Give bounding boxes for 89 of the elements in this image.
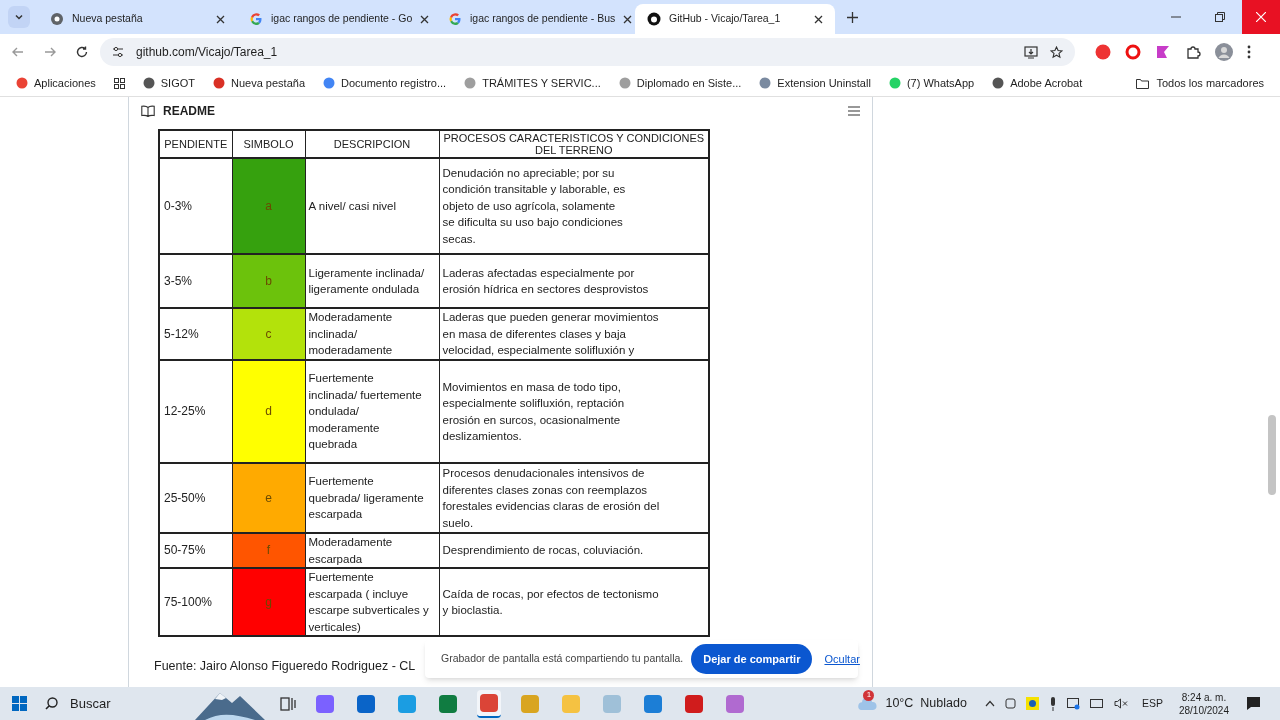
browser-tab[interactable]: Nueva pestaña	[38, 4, 237, 34]
google-icon	[249, 12, 263, 26]
tune-icon	[112, 46, 124, 58]
mute-icon[interactable]	[1113, 698, 1128, 709]
app-icon	[562, 694, 580, 713]
camera-icon[interactable]	[1004, 697, 1016, 710]
bookmark-link[interactable]: Diplomado en Siste...	[636, 74, 742, 92]
notification-badge: 1	[863, 689, 875, 701]
language-indicator[interactable]: ESP	[1141, 695, 1163, 712]
app-icon	[357, 694, 375, 713]
list-icon[interactable]	[848, 105, 860, 116]
bookmark-link[interactable]: TRÁMITES Y SERVIC...	[482, 74, 601, 92]
display-icon[interactable]	[1066, 697, 1080, 710]
symbol-cell: b	[232, 254, 305, 308]
tab-title: igac rangos de pendiente - Bus	[470, 11, 616, 27]
close-icon[interactable]	[814, 14, 823, 24]
url-text: github.com/Vicajo/Tarea_1	[136, 44, 279, 61]
app-icon	[480, 693, 498, 712]
notification-icon[interactable]	[1247, 697, 1260, 710]
tab-title: igac rangos de pendiente - Go	[271, 11, 413, 27]
symbol-cell: a	[232, 158, 305, 254]
back-icon[interactable]	[12, 46, 24, 58]
microphone-icon[interactable]	[1048, 696, 1057, 711]
readme-title: README	[163, 102, 215, 120]
grid-icon[interactable]	[113, 77, 125, 89]
bookmark-link[interactable]: Adobe Acrobat	[1010, 74, 1083, 92]
source-text: Fuente: Jairo Alonso Figueredo Rodriguez - CL	[154, 658, 416, 675]
tab-search-button[interactable]	[8, 6, 30, 28]
app-icon	[521, 694, 539, 713]
chevron-down-icon	[14, 12, 24, 22]
new-tab-icon[interactable]	[847, 12, 858, 23]
restore-icon[interactable]	[1215, 12, 1225, 22]
app-icon	[644, 694, 662, 713]
star-icon[interactable]	[1050, 45, 1063, 59]
folder-icon	[1136, 77, 1150, 89]
search-icon	[45, 697, 58, 710]
close-icon[interactable]	[623, 14, 633, 24]
clock-date[interactable]: 28/10/2024	[1178, 703, 1229, 717]
close-icon[interactable]	[216, 14, 225, 24]
share-message: Grabador de pantalla está compartiendo tu pantalla.	[441, 651, 684, 667]
battery-icon[interactable]	[1089, 699, 1104, 708]
app-icon	[398, 694, 416, 713]
symbol-cell: f	[232, 533, 305, 568]
taskbar-app[interactable]	[477, 689, 501, 718]
puzzle-icon[interactable]	[1185, 44, 1201, 60]
more-icon[interactable]	[1247, 45, 1251, 59]
browser-tab[interactable]: GitHub - Vicajo/Tarea_1	[635, 4, 835, 34]
task-view-icon[interactable]	[280, 695, 296, 712]
chevron-up-icon[interactable]	[984, 700, 995, 707]
google-icon	[448, 12, 462, 26]
forward-icon[interactable]	[44, 46, 56, 58]
hide-link[interactable]: Ocultar	[824, 650, 860, 668]
tab-title: GitHub - Vicajo/Tarea_1	[669, 11, 782, 27]
bookmark-link[interactable]: Documento registro...	[341, 74, 447, 92]
stop-sharing-button[interactable]: Dejar de compartir	[691, 644, 813, 674]
table-cell: A nivel/ casi nivel	[305, 158, 439, 254]
bookmark-link[interactable]: Aplicaciones	[34, 74, 96, 92]
reload-icon[interactable]	[76, 46, 88, 58]
install-icon[interactable]	[1024, 45, 1038, 59]
app-icon	[603, 694, 621, 713]
search-field[interactable]: Buscar	[45, 693, 195, 714]
symbol-cell: g	[232, 568, 305, 636]
close-icon	[1256, 12, 1266, 22]
ring-icon[interactable]	[1125, 44, 1141, 60]
book-icon	[141, 104, 155, 117]
app-icon	[439, 694, 457, 713]
bookmark-link[interactable]: Extension Uninstall	[777, 74, 871, 92]
tab-title: Nueva pestaña	[72, 11, 144, 27]
table-cell: Fuertemente escarpada ( incluye escarpe subverticales y verticales)	[305, 568, 439, 636]
symbol-cell: d	[232, 360, 305, 463]
clock-time[interactable]: 8:24 a. m.	[1181, 690, 1227, 704]
bookmark-link[interactable]: Nueva pestaña	[231, 74, 305, 92]
symbol-cell: e	[232, 463, 305, 533]
bookmark-link[interactable]: SIGOT	[160, 74, 195, 92]
bookmark-link[interactable]: (7) WhatsApp	[906, 74, 975, 92]
address-bar[interactable]: github.com/Vicajo/Tarea_1	[100, 38, 1075, 66]
browser-tab[interactable]: igac rangos de pendiente - Bus	[436, 4, 635, 34]
app-icon	[685, 694, 703, 713]
app-icon	[316, 694, 334, 713]
browser-tab[interactable]: igac rangos de pendiente - Go	[237, 4, 436, 34]
flag-icon[interactable]	[1155, 44, 1171, 60]
stop-sign-icon[interactable]	[1095, 44, 1111, 60]
windows-icon[interactable]	[12, 696, 27, 711]
weather-text: 10°C Nublado	[885, 695, 967, 713]
all-bookmarks-link[interactable]: Todos los marcadores	[1156, 74, 1264, 92]
close-icon[interactable]	[420, 14, 430, 24]
symbol-cell: c	[232, 308, 305, 360]
avatar-icon[interactable]	[1215, 43, 1233, 61]
app-icon	[726, 694, 744, 713]
